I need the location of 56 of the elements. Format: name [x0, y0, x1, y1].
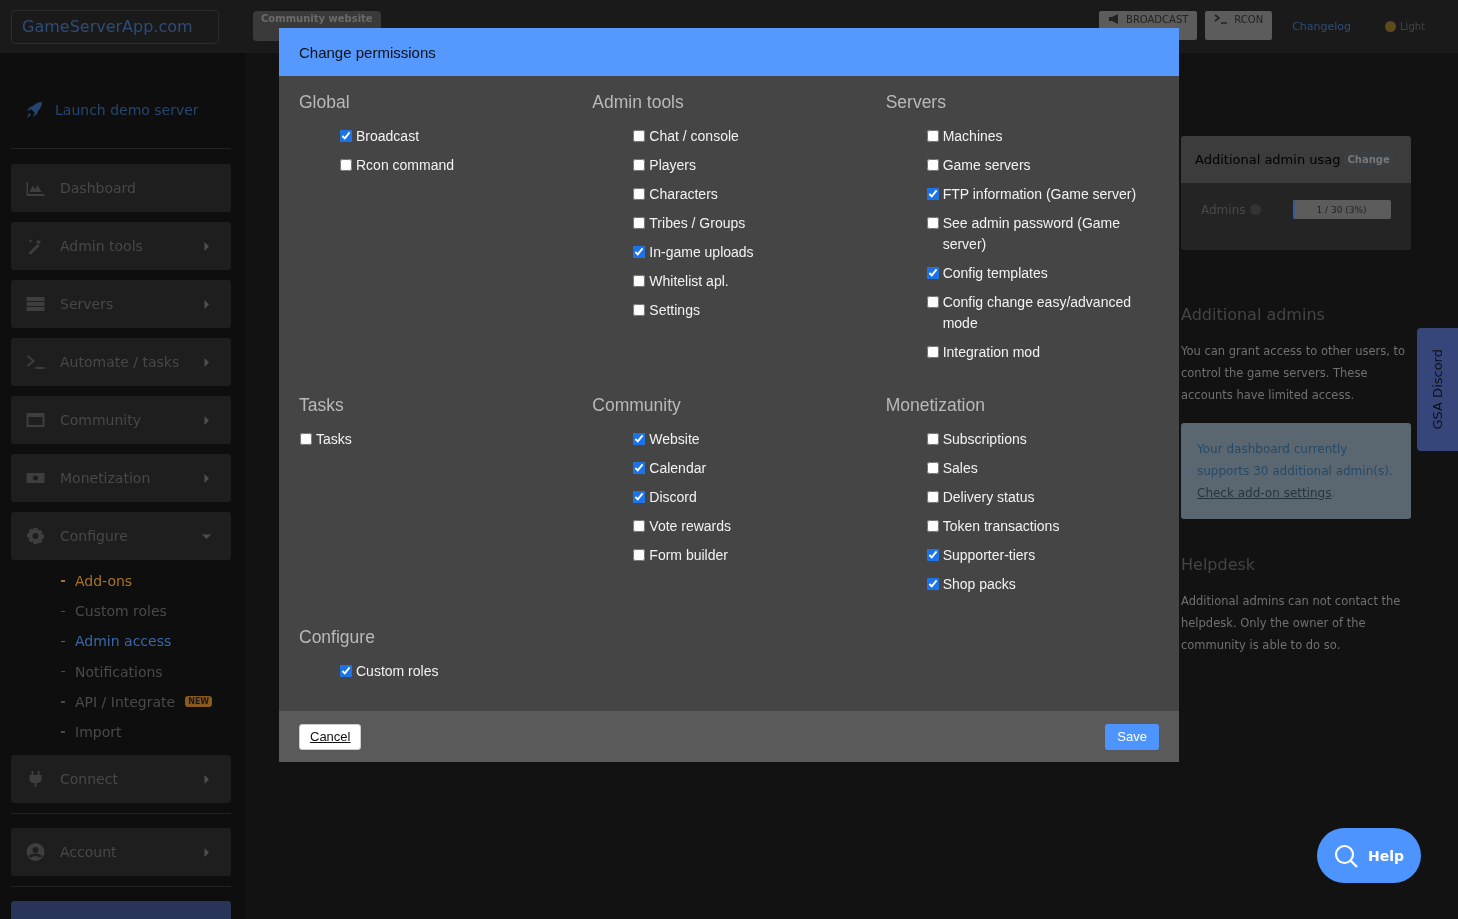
submenu-link[interactable]: Admin access [75, 633, 172, 650]
changelog-link[interactable]: Changelog [1292, 20, 1352, 33]
new-badge: NEW [185, 696, 213, 708]
submenu-link[interactable]: Custom roles [75, 603, 167, 620]
checkbox-label: Custom roles [356, 662, 439, 681]
checkbox-label: Delivery status [942, 488, 1035, 507]
discord-tab[interactable]: GSA Discord [1417, 328, 1458, 451]
section-heading: Tasks [299, 394, 345, 417]
help-button[interactable]: Help [1317, 828, 1421, 883]
launch-demo-link[interactable]: Launch demo server [25, 101, 231, 119]
dialog-title: Change permissions [299, 43, 436, 61]
section-heading: Admin tools [592, 91, 685, 114]
checkbox-label: Vote rewards [649, 517, 732, 536]
cancel-button[interactable]: Cancel [299, 723, 362, 750]
checkbox-label: Calendar [649, 459, 707, 478]
checkbox-label: Broadcast [356, 127, 420, 146]
section-heading: Configure [299, 626, 376, 649]
section-heading: Servers [885, 91, 947, 114]
checkbox-label: Settings [649, 301, 700, 320]
submenu-link[interactable]: Import [75, 724, 122, 741]
checkbox-label: Integration mod [942, 343, 1040, 362]
submenu-link[interactable]: API / Integrate [75, 693, 176, 710]
section-heading: Community [592, 394, 682, 417]
checkbox-label: Tribes / Groups [649, 214, 746, 233]
checkbox-label: Sales [942, 459, 978, 478]
card-title: Additional admin usag [1195, 152, 1341, 167]
section-heading: Monetization [885, 394, 986, 417]
checkbox-label: See admin password (Game server) [942, 214, 1122, 254]
checkbox-label: In-game uploads [649, 243, 754, 262]
submenu-link[interactable]: Add-ons [75, 573, 133, 590]
checkbox-label: Discord [649, 488, 697, 507]
checkbox-label: Whitelist apl. [649, 272, 729, 291]
checkbox-label: Tasks [316, 430, 352, 449]
checkbox-label: Config change easy/advanced mode [942, 293, 1132, 333]
checkbox-label: FTP information (Game server) [942, 185, 1137, 204]
checkbox-label: Token transactions [942, 517, 1060, 536]
section-heading: Global [299, 91, 351, 114]
checkbox-label: Config templates [942, 264, 1048, 283]
checkbox-label: Game servers [942, 156, 1031, 175]
rcon-button[interactable]: RCON [1205, 11, 1273, 40]
save-button[interactable]: Save [1105, 723, 1159, 750]
checkbox-label: Website [649, 430, 700, 449]
info-text: You can grant access to other users, to control the game servers. These accounts have limited access. [1181, 343, 1407, 404]
submenu-link[interactable]: Notifications [75, 663, 163, 680]
checkbox-label: Supporter-tiers [942, 546, 1036, 565]
checkbox-label: Form builder [649, 546, 728, 565]
brand-select[interactable]: GameServerApp.com [11, 9, 219, 44]
checkbox-label: Chat / console [649, 127, 739, 146]
checkbox-label: Machines [942, 127, 1003, 146]
checkbox-label: Shop packs [942, 575, 1016, 594]
checkbox-label: Rcon command [356, 156, 455, 175]
checkbox-label: Subscriptions [942, 430, 1027, 449]
info-text: Additional admins can not contact the helpdesk. Only the owner of the community is able to do so. [1181, 593, 1402, 654]
change-button[interactable]: Change [1343, 152, 1394, 167]
checkbox-label: Players [649, 156, 696, 175]
checkbox-label: Characters [649, 185, 718, 204]
